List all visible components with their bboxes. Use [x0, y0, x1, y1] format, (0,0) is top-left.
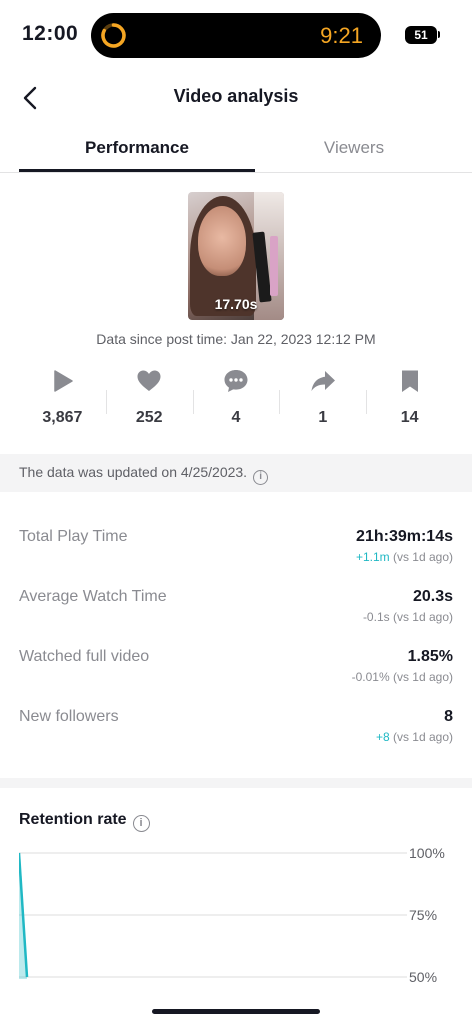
island-timer: 9:21: [320, 23, 363, 48]
play-icon: [54, 370, 74, 392]
metric-change: -0.1s (vs 1d ago): [363, 610, 453, 624]
metric-label: Average Watch Time: [19, 588, 167, 605]
metric-delta-suffix: (vs 1d ago): [392, 670, 453, 684]
metric-watched-full-video: Watched full video 1.85% -0.01% (vs 1d a…: [19, 635, 453, 695]
shares-count: 1: [318, 409, 328, 426]
metric-change: +8 (vs 1d ago): [376, 730, 453, 744]
metric-delta-suffix: (vs 1d ago): [392, 610, 453, 624]
y-tick-label: 50%: [409, 969, 437, 985]
heart-icon: [137, 370, 161, 391]
timer-ring-icon: [101, 23, 126, 48]
saves-count: 14: [400, 409, 419, 426]
metric-delta: +1.1m: [355, 550, 390, 564]
plays-count: 3,867: [42, 409, 83, 426]
status-time: 12:00: [22, 22, 79, 45]
metric-value: 21h:39m:14s: [356, 528, 453, 545]
metric-label: New followers: [19, 708, 119, 725]
metrics-list: Total Play Time 21h:39m:14s +1.1m (vs 1d…: [19, 515, 453, 755]
dynamic-island[interactable]: 9:21: [91, 13, 381, 58]
comment-icon: [224, 370, 248, 392]
metric-label: Total Play Time: [19, 528, 128, 545]
stat-saves: 14: [366, 368, 453, 438]
stat-likes: 252: [105, 368, 193, 438]
stat-shares: 1: [279, 368, 366, 438]
battery-icon: 51: [405, 26, 437, 44]
tab-viewers[interactable]: Viewers: [236, 138, 472, 158]
metric-total-play-time: Total Play Time 21h:39m:14s +1.1m (vs 1d…: [19, 515, 453, 575]
likes-count: 252: [135, 409, 163, 426]
share-icon: [311, 371, 335, 391]
notice-text: The data was updated on 4/25/2023.: [19, 464, 248, 480]
post-time-text: Data since post time: Jan 22, 2023 12:12…: [96, 331, 376, 347]
tab-performance[interactable]: Performance: [19, 138, 255, 158]
metric-value: 8: [444, 708, 453, 725]
retention-chart: 100% 75% 50%: [19, 845, 445, 985]
info-icon[interactable]: i: [253, 470, 269, 485]
section-divider: [0, 778, 472, 788]
engagement-stats: 3,867 252 4 1 14: [19, 368, 453, 438]
stat-comments: 4: [192, 368, 280, 438]
thumbnail-face: [198, 206, 246, 276]
thumbnail-product-secondary: [270, 236, 278, 296]
status-bar: 12:00 9:21 51: [0, 0, 472, 70]
page-title: Video analysis: [173, 86, 299, 106]
tab-bar: Performance Viewers: [0, 130, 472, 173]
metric-new-followers: New followers 8 +8 (vs 1d ago): [19, 695, 453, 755]
y-tick-label: 75%: [409, 907, 437, 923]
data-update-notice: The data was updated on 4/25/2023. i: [0, 454, 472, 492]
metric-delta: +8: [375, 730, 390, 744]
metric-value: 20.3s: [412, 588, 453, 605]
metric-change: +1.1m (vs 1d ago): [356, 550, 453, 564]
y-tick-label: 100%: [409, 845, 445, 861]
retention-title: Retention rate i: [19, 811, 150, 832]
retention-info-icon[interactable]: i: [132, 815, 150, 832]
metric-value: 1.85%: [407, 648, 453, 665]
battery-tip: [438, 31, 440, 38]
video-duration: 17.70s: [214, 296, 258, 312]
metric-change: -0.01% (vs 1d ago): [352, 670, 453, 684]
retention-title-text: Retention rate: [19, 811, 127, 828]
active-tab-indicator: [19, 169, 255, 172]
comments-count: 4: [231, 409, 241, 426]
home-indicator[interactable]: [152, 1009, 320, 1014]
video-thumbnail[interactable]: 17.70s: [188, 192, 284, 320]
metric-delta: -0.01%: [351, 670, 390, 684]
metric-delta: -0.1s: [362, 610, 390, 624]
stat-plays: 3,867: [19, 368, 106, 438]
metric-average-watch-time: Average Watch Time 20.3s -0.1s (vs 1d ag…: [19, 575, 453, 635]
metric-delta-suffix: (vs 1d ago): [392, 550, 453, 564]
bookmark-icon: [401, 370, 418, 392]
metric-label: Watched full video: [19, 648, 150, 665]
nav-header: Video analysis: [0, 76, 472, 120]
metric-delta-suffix: (vs 1d ago): [392, 730, 453, 744]
